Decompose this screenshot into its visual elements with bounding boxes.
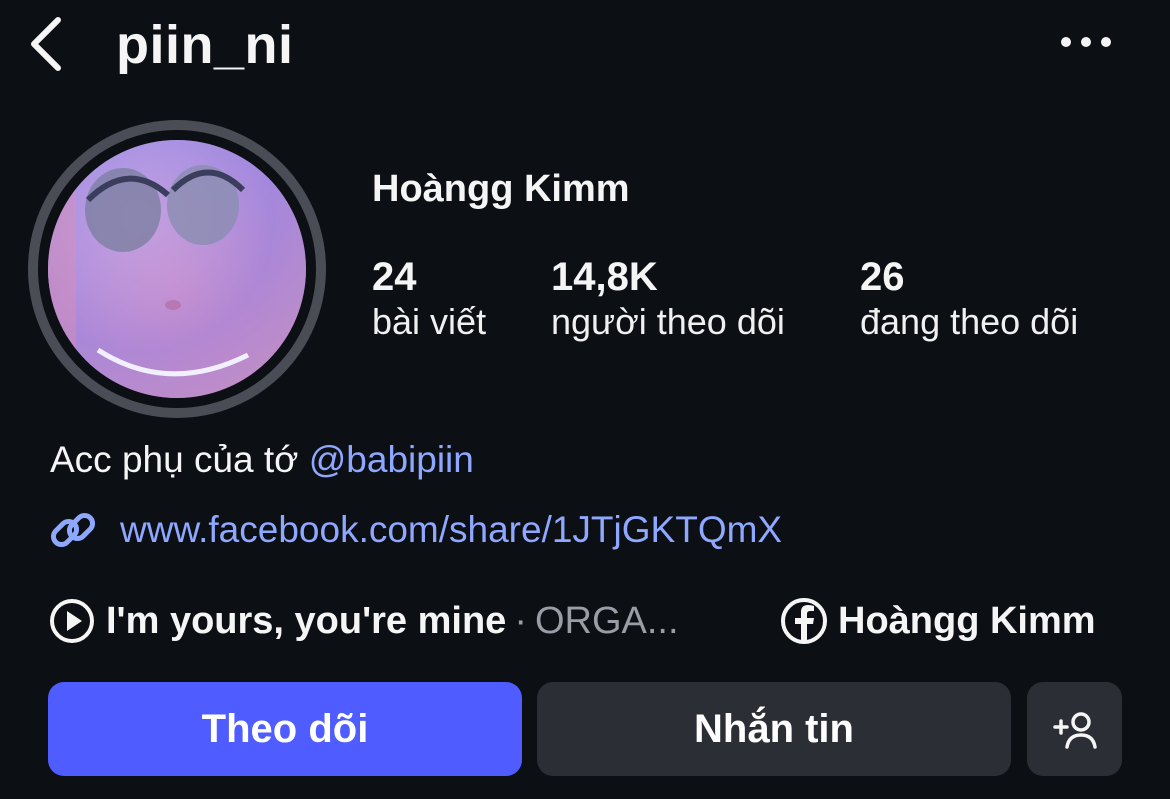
stat-followers-count: 14,8K (551, 255, 658, 299)
music-title: I'm yours, you're mine (106, 599, 507, 642)
bio: Acc phụ của tớ @babipiin (50, 436, 474, 484)
stat-posts-label: bài viết (372, 301, 487, 342)
external-link[interactable]: www.facebook.com/share/1JTjGKTQmX (48, 505, 782, 555)
follow-button[interactable]: Theo dõi (48, 682, 522, 776)
suggested-users-button[interactable] (1027, 682, 1122, 776)
facebook-icon (781, 598, 827, 644)
avatar (48, 140, 306, 398)
stat-following[interactable]: 26 đang theo dõi (860, 254, 1078, 344)
facebook-profile-link[interactable]: Hoàngg Kimm (780, 596, 1096, 646)
more-options-button[interactable] (1054, 24, 1118, 60)
music-separator: · (514, 599, 527, 642)
profile-music[interactable]: I'm yours, you're mine · ORGA... (48, 596, 679, 646)
play-circle-icon (50, 599, 94, 643)
more-horizontal-icon (1061, 37, 1111, 47)
avatar-image (48, 140, 306, 398)
bio-text: Acc phụ của tớ (50, 439, 309, 480)
external-link-text: www.facebook.com/share/1JTjGKTQmX (120, 509, 783, 550)
display-name: Hoàngg Kimm (372, 168, 630, 210)
stat-posts[interactable]: 24 bài viết (372, 254, 486, 344)
message-button[interactable]: Nhắn tin (537, 682, 1011, 776)
bio-mention-link[interactable]: @babipiin (309, 439, 474, 480)
facebook-name: Hoàngg Kimm (838, 599, 1096, 642)
back-button[interactable] (22, 14, 70, 74)
stat-followers-label: người theo dõi (551, 301, 785, 342)
stat-following-count: 26 (860, 255, 905, 299)
link-icon (50, 512, 96, 548)
music-artist: ORGA... (534, 599, 679, 642)
chevron-left-icon (31, 17, 61, 71)
stat-followers[interactable]: 14,8K người theo dõi (551, 254, 785, 344)
stat-posts-count: 24 (372, 255, 417, 299)
top-bar: piin_ni (0, 0, 1170, 90)
avatar-story-ring[interactable] (28, 120, 326, 418)
add-user-icon (1052, 712, 1097, 749)
profile-username: piin_ni (116, 15, 294, 75)
stat-following-label: đang theo dõi (860, 301, 1079, 342)
